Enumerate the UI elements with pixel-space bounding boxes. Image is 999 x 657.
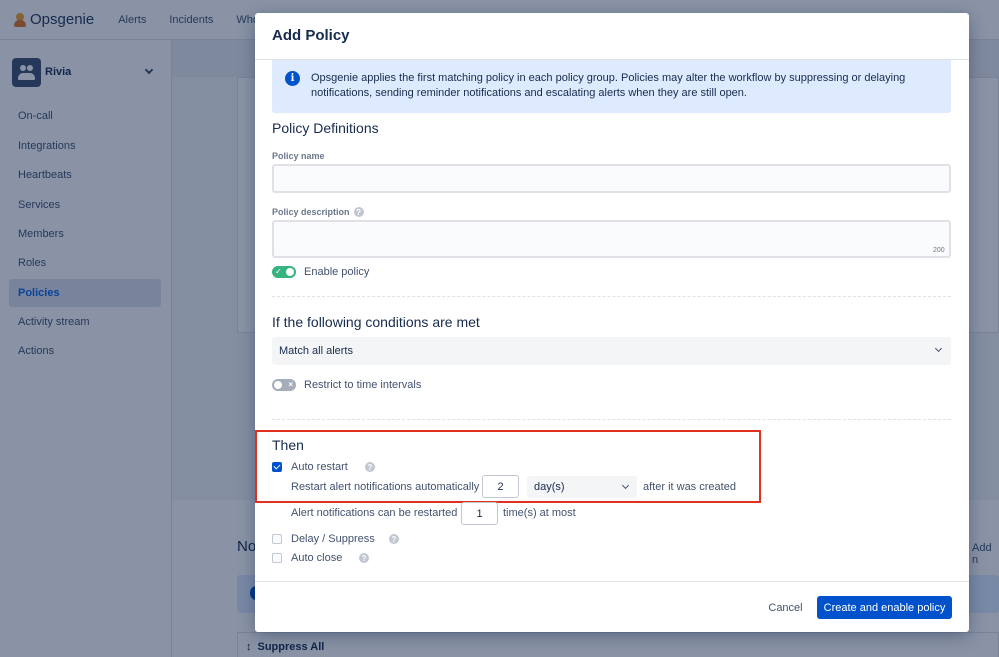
info-icon: i: [285, 71, 300, 86]
restart-suffix-text: after it was created: [643, 481, 736, 493]
question-circle-icon[interactable]: ?: [389, 534, 399, 544]
restart-unit-value: day(s): [534, 481, 565, 493]
match-condition-select[interactable]: Match all alerts: [272, 337, 951, 365]
restart-unit-select[interactable]: day(s): [527, 476, 637, 498]
add-policy-dialog: Add Policy i Opsgenie applies the first …: [255, 13, 969, 632]
auto-close-label: Auto close: [291, 552, 343, 564]
policy-name-label: Policy name: [272, 151, 325, 161]
policy-name-input[interactable]: [272, 164, 951, 193]
description-char-count: 200: [933, 247, 945, 254]
max-restart-suffix-text: time(s) at most: [503, 507, 576, 519]
enable-policy-label: Enable policy: [304, 266, 370, 278]
info-message: i Opsgenie applies the first matching po…: [272, 60, 951, 113]
chevron-down-icon: [934, 344, 943, 353]
conditions-heading: If the following conditions are met: [272, 314, 480, 330]
policy-description-input[interactable]: [272, 220, 951, 258]
policy-description-label: Policy description: [272, 207, 350, 217]
restrict-time-toggle[interactable]: ×: [272, 379, 296, 391]
match-condition-value: Match all alerts: [279, 345, 353, 357]
auto-restart-label: Auto restart: [291, 461, 348, 473]
auto-restart-checkbox[interactable]: [272, 462, 282, 472]
section-divider: [272, 296, 951, 297]
policy-description-label-row: Policy description ?: [272, 207, 364, 217]
question-circle-icon[interactable]: ?: [365, 462, 375, 472]
create-and-enable-policy-button[interactable]: Create and enable policy: [817, 596, 952, 619]
restart-interval-input[interactable]: [482, 475, 519, 498]
chevron-down-icon: [621, 481, 630, 490]
enable-policy-toggle[interactable]: ✓: [272, 266, 296, 278]
section-divider: [272, 419, 951, 420]
policy-definitions-heading: Policy Definitions: [272, 120, 379, 136]
question-circle-icon[interactable]: ?: [353, 207, 364, 217]
max-restart-input[interactable]: [461, 502, 498, 525]
cancel-button[interactable]: Cancel: [762, 596, 809, 619]
auto-close-checkbox[interactable]: [272, 553, 282, 563]
then-heading: Then: [272, 437, 304, 453]
dialog-title: Add Policy: [272, 27, 350, 44]
x-icon: ×: [288, 380, 293, 389]
restart-prefix-text: Restart alert notifications automaticall…: [291, 481, 480, 493]
toggle-knob: [274, 381, 282, 389]
question-circle-icon[interactable]: ?: [359, 553, 369, 563]
check-icon: ✓: [275, 267, 282, 276]
delay-suppress-label: Delay / Suppress: [291, 533, 375, 545]
delay-suppress-checkbox[interactable]: [272, 534, 282, 544]
max-restart-prefix-text: Alert notifications can be restarted: [291, 507, 458, 519]
toggle-knob: [286, 268, 294, 276]
restrict-time-label: Restrict to time intervals: [304, 379, 422, 391]
info-text: Opsgenie applies the first matching poli…: [311, 72, 906, 99]
footer-divider: [255, 581, 969, 582]
